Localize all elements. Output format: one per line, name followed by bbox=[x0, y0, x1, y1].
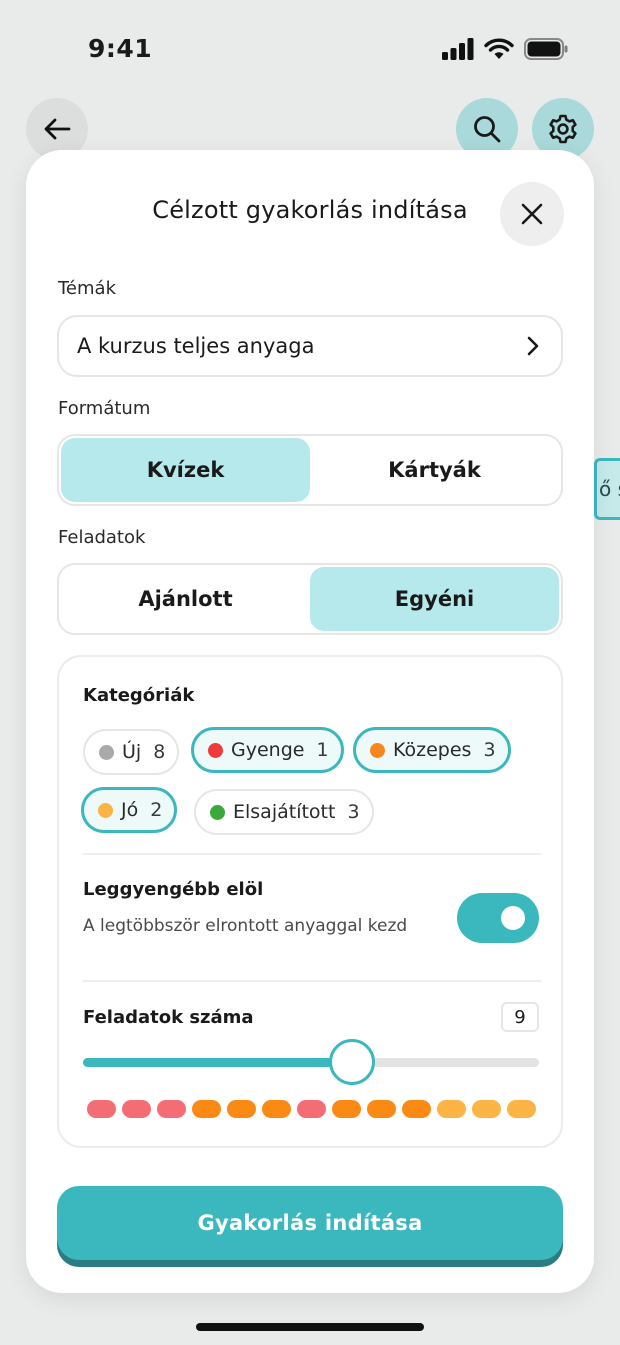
task-pill bbox=[157, 1100, 186, 1118]
close-icon bbox=[521, 203, 543, 225]
task-count-value: 9 bbox=[501, 1002, 539, 1032]
task-pill bbox=[472, 1100, 501, 1118]
wifi-icon bbox=[484, 38, 514, 59]
task-pill bbox=[367, 1100, 396, 1118]
task-pill bbox=[122, 1100, 151, 1118]
category-count: 1 bbox=[316, 739, 329, 761]
weakest-first-description: A legtöbbször elrontott anyaggal kezd bbox=[83, 916, 408, 936]
category-count: 8 bbox=[153, 741, 166, 763]
tasks-segmented-control: Ajánlott Egyéni bbox=[57, 563, 563, 635]
task-pill bbox=[87, 1100, 116, 1118]
search-icon bbox=[474, 116, 501, 143]
format-label: Formátum bbox=[58, 398, 151, 419]
task-count-title: Feladatok száma bbox=[83, 1007, 254, 1028]
category-chip-new[interactable]: Új 8 bbox=[83, 729, 180, 775]
status-icons bbox=[442, 38, 568, 60]
slider-fill bbox=[83, 1058, 353, 1067]
category-dot bbox=[99, 744, 114, 760]
status-time: 9:41 bbox=[88, 34, 153, 63]
category-label: Közepes bbox=[393, 739, 472, 761]
categories-title: Kategóriák bbox=[83, 685, 195, 706]
category-dot bbox=[98, 802, 113, 818]
task-pill bbox=[192, 1100, 221, 1118]
format-option-cards[interactable]: Kártyák bbox=[310, 438, 559, 502]
topics-value: A kurzus teljes anyaga bbox=[77, 334, 315, 358]
practice-sheet: Célzott gyakorlás indítása Témák A kurzu… bbox=[26, 150, 594, 1293]
background-list-item: ő s bbox=[594, 458, 620, 520]
task-pill bbox=[262, 1100, 291, 1118]
category-chip-weak[interactable]: Gyenge 1 bbox=[191, 727, 344, 773]
tasks-option-custom[interactable]: Egyéni bbox=[310, 567, 559, 631]
home-indicator bbox=[196, 1323, 424, 1331]
weakest-first-title: Leggyengébb elöl bbox=[83, 879, 264, 900]
task-pills bbox=[87, 1100, 536, 1118]
start-practice-button[interactable]: Gyakorlás indítása bbox=[57, 1186, 563, 1260]
gear-icon bbox=[549, 114, 577, 144]
category-count: 3 bbox=[483, 739, 496, 761]
category-label: Elsajátított bbox=[233, 801, 336, 823]
battery-icon bbox=[524, 38, 568, 60]
task-pill bbox=[402, 1100, 431, 1118]
task-pill bbox=[227, 1100, 256, 1118]
divider bbox=[83, 853, 541, 855]
task-count-slider[interactable] bbox=[83, 1039, 539, 1085]
arrow-left-icon bbox=[44, 118, 71, 140]
category-label: Gyenge bbox=[231, 739, 305, 761]
task-pill bbox=[297, 1100, 326, 1118]
format-option-quizzes[interactable]: Kvízek bbox=[61, 438, 310, 502]
tasks-label: Feladatok bbox=[58, 527, 146, 548]
task-pill bbox=[507, 1100, 536, 1118]
close-button[interactable] bbox=[500, 182, 564, 246]
category-chip-good[interactable]: Jó 2 bbox=[81, 787, 178, 833]
category-count: 2 bbox=[150, 799, 163, 821]
chevron-right-icon bbox=[527, 336, 539, 356]
category-dot bbox=[370, 742, 385, 758]
topics-label: Témák bbox=[58, 278, 116, 299]
signal-icon bbox=[442, 38, 474, 60]
category-dot bbox=[210, 804, 225, 820]
category-chip-mastered[interactable]: Elsajátított 3 bbox=[194, 789, 374, 835]
background-item-text: ő s bbox=[599, 477, 620, 501]
divider bbox=[83, 980, 541, 982]
topics-select[interactable]: A kurzus teljes anyaga bbox=[57, 315, 563, 377]
format-segmented-control: Kvízek Kártyák bbox=[57, 434, 563, 506]
category-label: Jó bbox=[121, 799, 139, 821]
category-chip-medium[interactable]: Közepes 3 bbox=[353, 727, 511, 773]
weakest-first-toggle[interactable] bbox=[457, 893, 539, 943]
category-label: Új bbox=[122, 741, 142, 763]
task-pill bbox=[332, 1100, 361, 1118]
category-count: 3 bbox=[347, 801, 360, 823]
status-bar: 9:41 bbox=[0, 0, 620, 100]
category-dot bbox=[208, 742, 223, 758]
toggle-knob bbox=[501, 906, 525, 930]
slider-thumb[interactable] bbox=[329, 1039, 376, 1085]
custom-settings-card: Kategóriák Új 8 Gyenge 1 Közepes 3 Jó 2 … bbox=[57, 655, 563, 1148]
tasks-option-recommended[interactable]: Ajánlott bbox=[61, 567, 310, 631]
task-pill bbox=[437, 1100, 466, 1118]
